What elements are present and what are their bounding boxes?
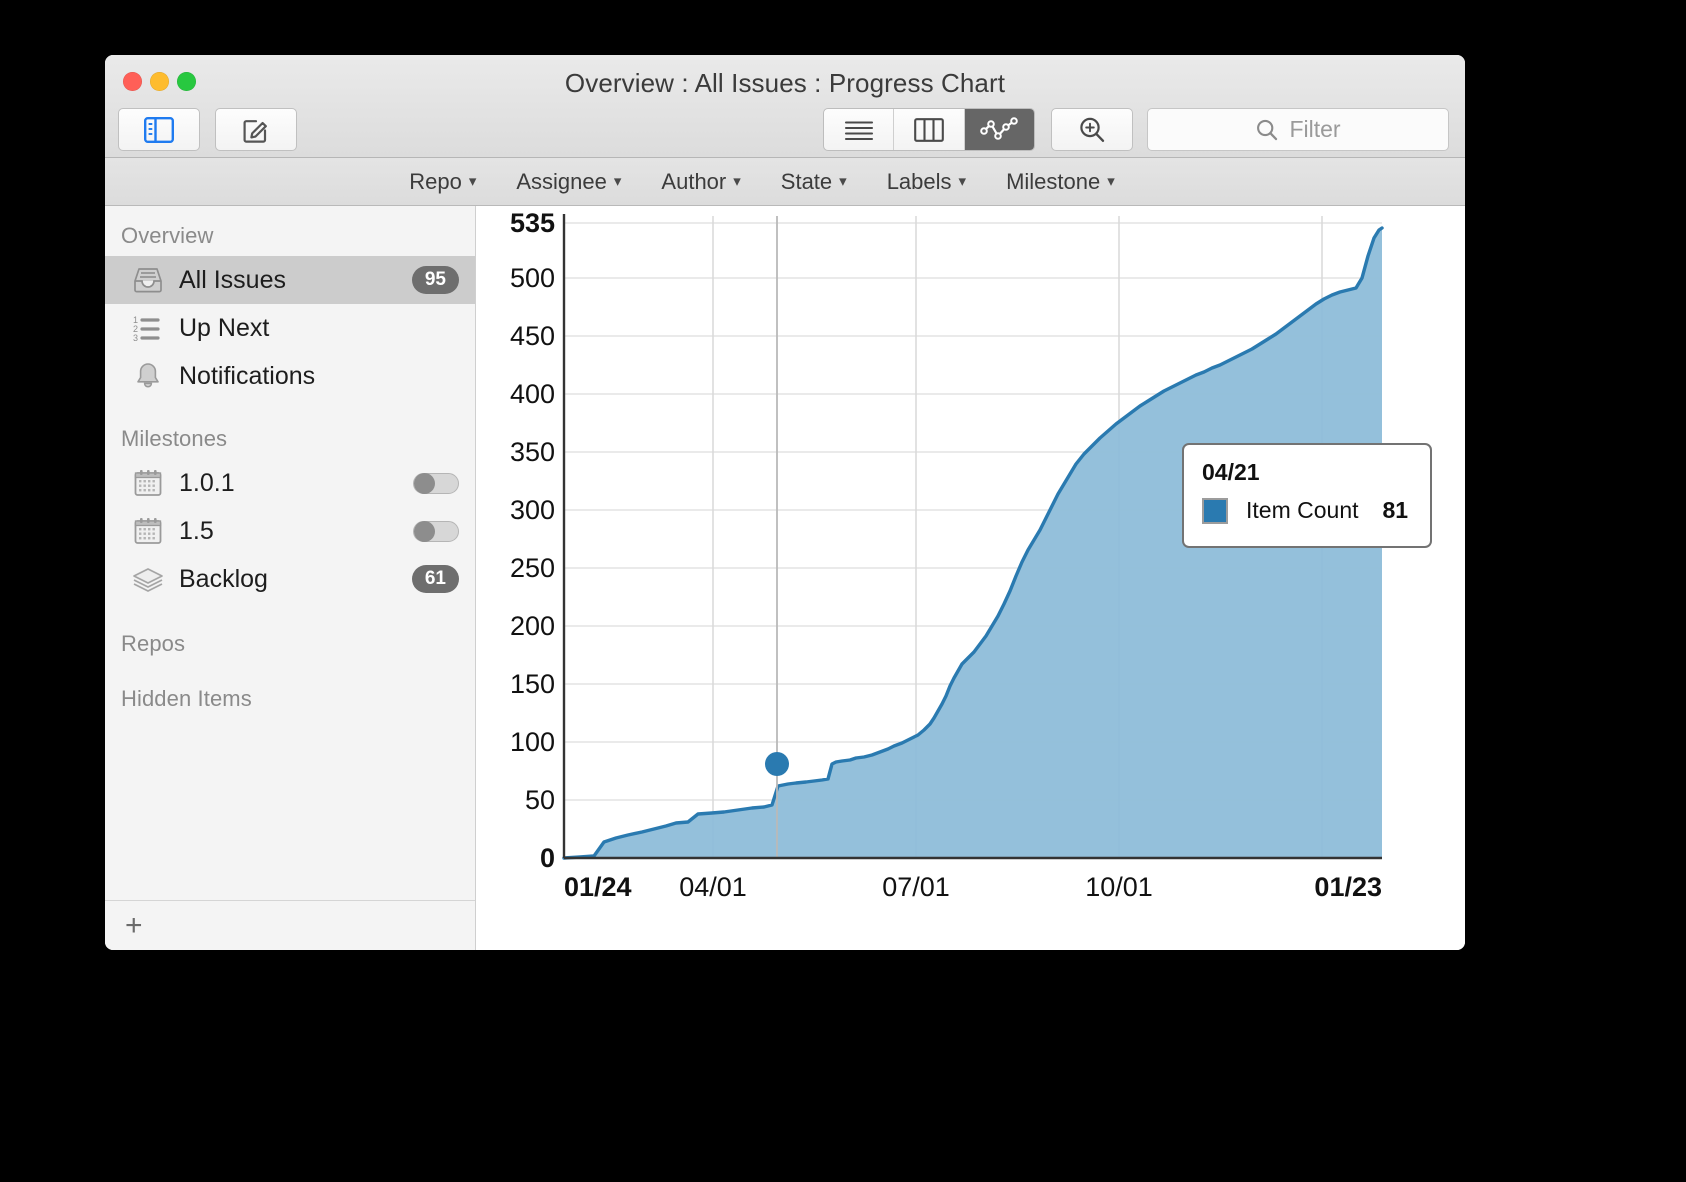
sidebar-section-overview-header: Overview <box>121 223 214 248</box>
svg-text:10/01: 10/01 <box>1085 872 1153 900</box>
sidebar-item-label: Backlog <box>179 564 268 593</box>
svg-text:200: 200 <box>510 611 555 641</box>
svg-text:500: 500 <box>510 263 555 293</box>
status-badge: 61 <box>411 565 459 593</box>
svg-text:350: 350 <box>510 437 555 467</box>
line-chart-icon <box>980 116 1019 140</box>
filter-label-labels: Labels <box>886 168 952 194</box>
milestone-progress-toggle[interactable] <box>413 472 459 494</box>
search-icon <box>1257 119 1278 140</box>
svg-text:04/01: 04/01 <box>679 872 747 900</box>
toolbar: Filter <box>105 105 1465 155</box>
svg-text:3: 3 <box>133 333 138 342</box>
title-bar: Overview : All Issues : Progress Chart F… <box>105 55 1465 158</box>
svg-text:400: 400 <box>510 379 555 409</box>
filter-label-author: Author <box>661 168 727 194</box>
filter-dropdown-assignee[interactable]: Assignee ▾ <box>516 169 621 195</box>
filter-search-field[interactable]: Filter <box>1147 108 1449 151</box>
filter-placeholder-text: Filter <box>1289 116 1341 142</box>
svg-text:01/23: 01/23 <box>1314 872 1382 900</box>
chevron-down-icon: ▾ <box>733 173 741 190</box>
filter-dropdown-author[interactable]: Author ▾ <box>661 169 740 195</box>
sidebar-item-milestone-1-5[interactable]: 1.5 <box>105 507 475 555</box>
list-lines-icon <box>844 120 873 140</box>
svg-text:01/24: 01/24 <box>564 872 632 900</box>
compose-new-issue-button[interactable] <box>215 108 297 151</box>
columns-icon <box>914 117 944 142</box>
sidebar-item-backlog[interactable]: Backlog 61 <box>105 555 475 603</box>
sidebar-footer: + <box>105 900 475 950</box>
sidebar-item-label: Up Next <box>179 313 270 342</box>
view-mode-chart-button[interactable] <box>964 109 1034 150</box>
tooltip-date: 04/21 <box>1202 459 1260 485</box>
sidebar-item-notifications[interactable]: Notifications <box>105 352 475 400</box>
filter-dropdown-state[interactable]: State ▾ <box>781 169 847 195</box>
sidebar-item-all-issues[interactable]: All Issues 95 <box>105 256 475 304</box>
tooltip-series-name: Item Count <box>1246 497 1359 523</box>
filter-dropdown-repo[interactable]: Repo ▾ <box>409 169 476 195</box>
svg-text:100: 100 <box>510 727 555 757</box>
layers-icon <box>131 562 165 596</box>
magnifier-plus-icon <box>1080 117 1105 142</box>
filter-bar: Repo ▾ Assignee ▾ Author ▾ State ▾ Label… <box>105 158 1465 206</box>
svg-text:150: 150 <box>510 669 555 699</box>
chevron-down-icon: ▾ <box>839 173 847 190</box>
svg-text:450: 450 <box>510 321 555 351</box>
filter-label-state: State <box>780 168 833 194</box>
filter-label-assignee: Assignee <box>516 168 607 194</box>
chart-pane: 535 500 450 400 350 300 250 200 150 100 … <box>476 206 1465 950</box>
window-body: Overview All Issues 95 1 2 3 Up Next Not… <box>105 206 1465 950</box>
app-window: Overview : All Issues : Progress Chart F… <box>105 55 1465 950</box>
chevron-down-icon: ▾ <box>958 173 967 190</box>
milestone-progress-toggle[interactable] <box>413 520 459 542</box>
sidebar-item-up-next[interactable]: 1 2 3 Up Next <box>105 304 475 352</box>
filter-label-repo: Repo <box>409 168 462 194</box>
svg-text:07/01: 07/01 <box>882 872 950 900</box>
numbered-list-icon: 1 2 3 <box>131 311 165 345</box>
view-mode-columns-button[interactable] <box>894 109 965 150</box>
sidebar: Overview All Issues 95 1 2 3 Up Next Not… <box>105 206 476 950</box>
svg-text:0: 0 <box>540 843 555 873</box>
inbox-tray-icon <box>131 263 165 297</box>
window-title: Overview : All Issues : Progress Chart <box>564 68 1006 98</box>
svg-text:300: 300 <box>510 495 555 525</box>
chevron-down-icon: ▾ <box>468 173 477 190</box>
sidebar-item-label: All Issues <box>179 265 286 294</box>
tooltip-series-row: Item Count 81 <box>1202 497 1412 524</box>
filter-label-milestone: Milestone <box>1006 168 1101 194</box>
svg-text:535: 535 <box>510 208 555 238</box>
chart-y-tick-labels: 535 500 450 400 350 300 250 200 150 100 … <box>510 208 555 873</box>
svg-text:50: 50 <box>525 785 555 815</box>
sidebar-panel-icon <box>144 116 174 143</box>
view-mode-list-button[interactable] <box>824 109 895 150</box>
sidebar-section-milestones-header: Milestones <box>121 426 228 451</box>
chart-x-tick-labels: 01/24 04/01 07/01 10/01 01/23 <box>564 872 1382 900</box>
bell-icon <box>131 359 165 393</box>
chevron-down-icon: ▾ <box>613 173 622 190</box>
tooltip-series-value: 81 <box>1382 497 1409 523</box>
filter-dropdown-milestone[interactable]: Milestone ▾ <box>1006 169 1115 195</box>
sidebar-item-milestone-1-0-1[interactable]: 1.0.1 <box>105 459 475 507</box>
chevron-down-icon: ▾ <box>1107 173 1115 190</box>
sidebar-section-hidden-items-header[interactable]: Hidden Items <box>105 664 475 719</box>
status-badge: 95 <box>411 266 459 294</box>
svg-text:250: 250 <box>510 553 555 583</box>
sidebar-toggle-button[interactable] <box>118 108 200 151</box>
view-mode-segmented-control[interactable] <box>823 108 1035 151</box>
zoom-in-button[interactable] <box>1051 108 1133 151</box>
sidebar-list: Overview All Issues 95 1 2 3 Up Next Not… <box>105 206 475 900</box>
calendar-icon <box>131 514 165 548</box>
compose-pencil-icon <box>243 119 267 143</box>
filter-dropdown-labels[interactable]: Labels ▾ <box>887 169 966 195</box>
sidebar-item-label: Notifications <box>179 361 316 390</box>
sidebar-section-repos-header[interactable]: Repos <box>105 603 475 664</box>
chart-highlight-point <box>765 752 789 776</box>
chart-tooltip: 04/21 Item Count 81 <box>1182 443 1432 548</box>
sidebar-item-label: 1.5 <box>179 516 214 545</box>
tooltip-color-swatch <box>1202 497 1228 524</box>
progress-chart[interactable]: 535 500 450 400 350 300 250 200 150 100 … <box>476 206 1464 900</box>
calendar-icon <box>131 466 165 500</box>
add-item-button[interactable]: + <box>125 910 143 941</box>
sidebar-item-label: 1.0.1 <box>179 468 235 497</box>
